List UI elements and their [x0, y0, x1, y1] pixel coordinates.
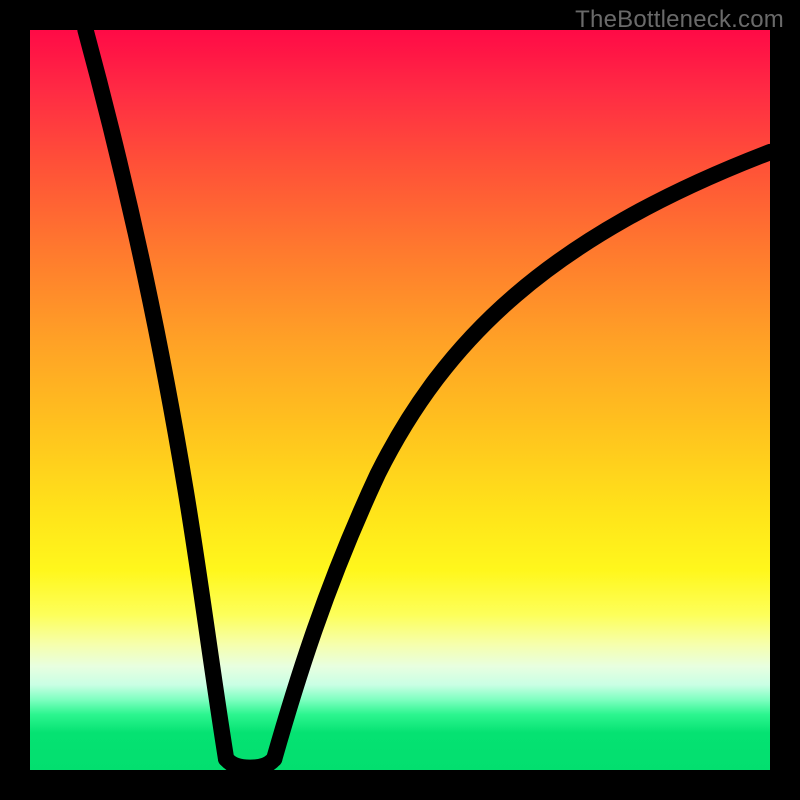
curve-layer [30, 30, 770, 770]
chart-frame: TheBottleneck.com [0, 0, 800, 800]
curve-right [274, 152, 770, 759]
curve-left [86, 30, 227, 759]
watermark-text: TheBottleneck.com [575, 6, 784, 34]
plot-area [30, 30, 770, 770]
